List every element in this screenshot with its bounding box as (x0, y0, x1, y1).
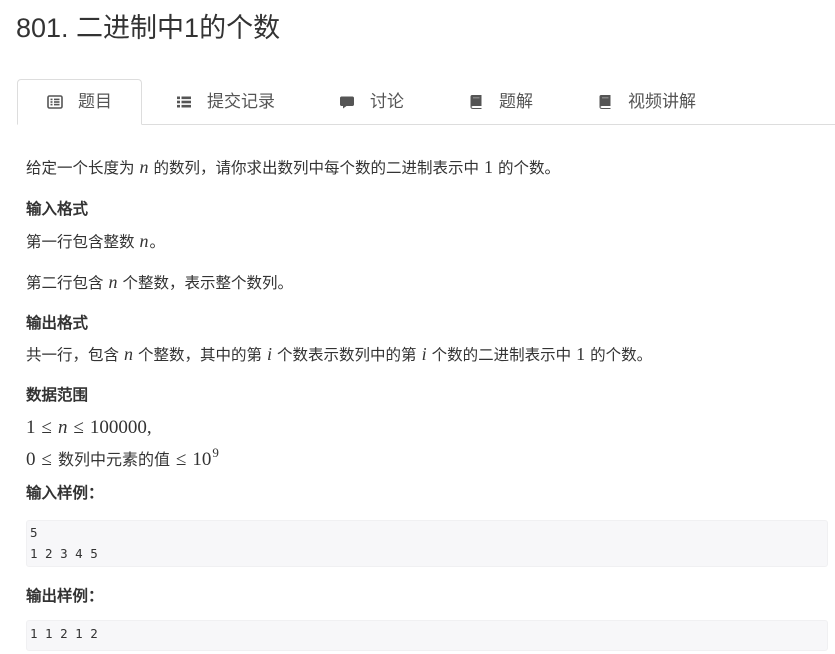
text-segment: 第二行包含 (26, 275, 104, 292)
page-title: 801. 二进制中1的个数 (16, 13, 281, 43)
math-exponent: 9 (212, 445, 219, 460)
sample-output-code: 1 1 2 1 2 (26, 620, 828, 651)
math-text: 数列中元素的值 (57, 452, 170, 469)
math-number: 1 (576, 344, 586, 364)
text-segment: 个整数，表示整个数列。 (122, 275, 294, 292)
tab-label: 讨论 (370, 91, 404, 111)
math-variable-i: i (267, 344, 273, 364)
data-range-constraint-2: 0 ≤ 数列中元素的值 ≤109 (26, 441, 219, 470)
tab-video-solutions[interactable]: 视频讲解 (567, 79, 726, 124)
input-format-heading: 输入格式 (26, 201, 89, 218)
book-icon (597, 94, 613, 110)
sample-input-code: 5 1 2 3 4 5 (26, 520, 828, 567)
tab-bar: 题目 提交记录 讨论 题解 视频讲解 (17, 79, 835, 125)
output-format-heading: 输出格式 (26, 315, 89, 332)
tab-label: 提交记录 (207, 91, 275, 111)
comment-icon (339, 94, 355, 110)
list-alt-icon (47, 94, 63, 110)
math-operator-le: ≤ (41, 417, 52, 438)
text-segment: 个数表示数列中的第 (277, 347, 417, 364)
math-number: 100000 (89, 417, 147, 438)
tab-label: 题目 (78, 92, 112, 111)
text-segment: 。 (149, 234, 166, 251)
tab-label: 视频讲解 (628, 91, 696, 111)
math-variable-n: n (108, 272, 118, 292)
data-range-heading: 数据范围 (26, 387, 89, 404)
text-segment: 个整数，其中的第 (138, 347, 263, 364)
sample-output-heading: 输出样例： (26, 588, 104, 605)
math-number: 10 (192, 449, 212, 470)
math-number: 1 (484, 157, 494, 177)
text-segment: 第一行包含整数 (26, 234, 135, 251)
math-operator-le: ≤ (175, 449, 187, 470)
description-text: 给定一个长度为 (26, 160, 135, 177)
sample-input-heading: 输入样例： (26, 485, 104, 502)
math-punctuation: , (146, 417, 152, 438)
math-number: 1 (26, 417, 36, 438)
tab-submissions[interactable]: 提交记录 (142, 79, 305, 124)
book-icon (468, 94, 484, 110)
input-format-line-1: 第一行包含整数 n。 (26, 229, 165, 253)
math-variable-n: n (124, 344, 134, 364)
tab-discussion[interactable]: 讨论 (309, 79, 434, 124)
tab-problem[interactable]: 题目 (17, 79, 142, 125)
data-range-constraint-1: 1 ≤ n ≤100000, (26, 416, 152, 440)
math-operator-le: ≤ (41, 449, 52, 470)
text-segment: 的个数。 (590, 347, 653, 364)
text-segment: 个数的二进制表示中 (431, 347, 572, 364)
problem-description: 给定一个长度为 n 的数列，请你求出数列中每个数的二进制表示中 1 的个数。 (26, 155, 560, 179)
math-variable-n: n (57, 417, 68, 438)
math-number: 0 (26, 449, 36, 470)
math-operator-le: ≤ (73, 417, 84, 438)
tab-solutions[interactable]: 题解 (438, 79, 563, 124)
text-segment: 共一行，包含 (26, 347, 120, 364)
list-icon (176, 94, 192, 110)
output-format-line-1: 共一行，包含 n 个整数，其中的第 i 个数表示数列中的第 i 个数的二进制表示中 1 的个数。 (26, 342, 652, 366)
math-variable-n: n (139, 231, 149, 251)
description-text: 的个数。 (498, 160, 561, 177)
tab-label: 题解 (499, 91, 533, 111)
input-format-line-2: 第二行包含 n 个整数，表示整个数列。 (26, 270, 293, 294)
description-text: 的数列，请你求出数列中每个数的二进制表示中 (153, 160, 480, 177)
math-variable-i: i (421, 344, 427, 364)
math-variable-n: n (139, 157, 149, 177)
